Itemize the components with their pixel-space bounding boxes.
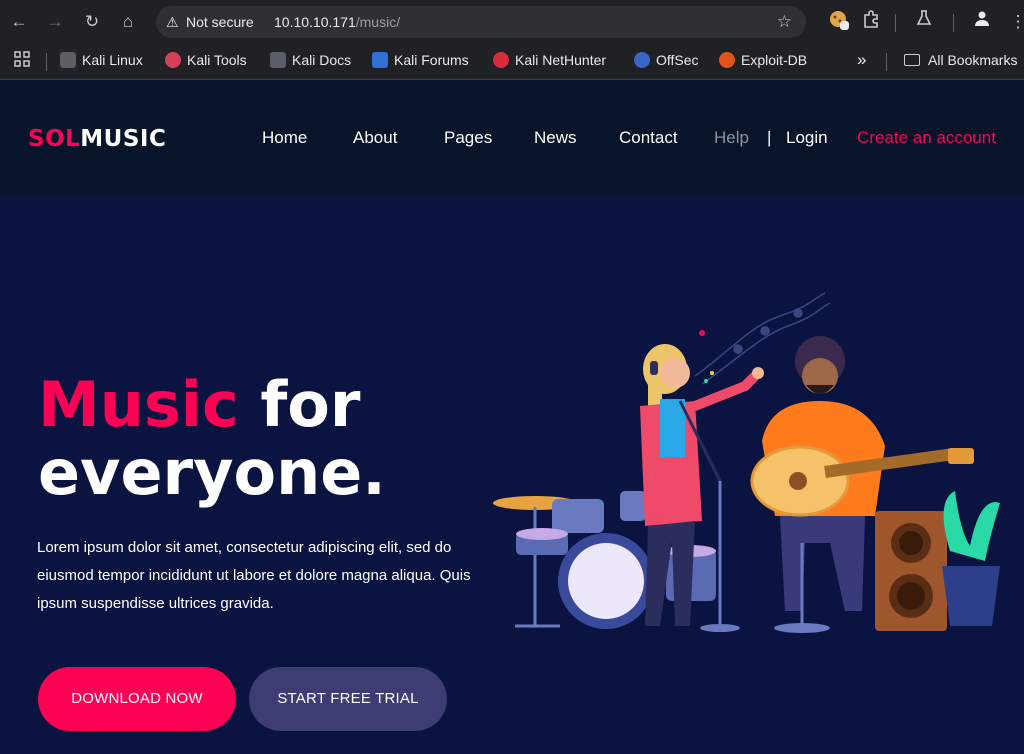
security-status[interactable]: Not secure — [186, 6, 254, 38]
reload-icon[interactable]: ↻ — [79, 9, 105, 35]
hero-title: Music for everyone. — [38, 368, 386, 509]
address-bar[interactable]: ⚠ Not secure 10.10.10.171/music/ ☆ — [156, 6, 806, 38]
nav-home[interactable]: Home — [262, 128, 307, 148]
toolbar-divider — [895, 14, 896, 32]
more-bookmarks-chevron[interactable]: » — [857, 44, 866, 76]
nav-help[interactable]: Help — [714, 128, 749, 148]
labs-flask-icon[interactable] — [911, 9, 937, 35]
start-free-trial-button[interactable]: START FREE TRIAL — [249, 667, 447, 731]
hero-description: Lorem ipsum dolor sit amet, consectetur … — [37, 539, 471, 612]
download-now-button[interactable]: DOWNLOAD NOW — [38, 667, 236, 731]
nav-divider: | — [767, 128, 772, 147]
potted-plant — [942, 491, 1000, 626]
url-path: /music/ — [355, 14, 401, 30]
nav-login[interactable]: Login — [786, 128, 828, 148]
nav-news[interactable]: News — [534, 128, 577, 148]
url-host: 10.10.10.171 — [274, 14, 356, 30]
exploit-db-icon — [719, 52, 735, 68]
bookmarks-bar: Kali Linux Kali Tools Kali Docs Kali For… — [0, 44, 1024, 80]
all-bookmarks[interactable]: All Bookmarks — [904, 44, 1017, 76]
bookmark-star-icon[interactable]: ☆ — [777, 6, 792, 38]
home-icon[interactable]: ⌂ — [115, 9, 141, 35]
extensions-puzzle-icon[interactable] — [858, 9, 884, 35]
browser-toolbar: ← → ↻ ⌂ ⚠ Not secure 10.10.10.171/music/… — [0, 0, 1024, 44]
nethunter-icon — [493, 52, 509, 68]
kali-dragon-icon — [60, 52, 76, 68]
warning-icon: ⚠ — [166, 14, 179, 30]
nav-contact[interactable]: Contact — [619, 128, 678, 148]
kali-docs-icon — [270, 52, 286, 68]
nav-about[interactable]: About — [353, 128, 397, 148]
bookmark-offsec[interactable]: OffSec — [634, 44, 699, 76]
bookmark-kali-docs[interactable]: Kali Docs — [270, 44, 351, 76]
toolbar-divider — [953, 14, 954, 32]
apps-grid-icon[interactable] — [14, 44, 30, 76]
bookmark-kali-linux[interactable]: Kali Linux — [60, 44, 143, 76]
bookmarks-divider — [46, 53, 47, 71]
url-text[interactable]: 10.10.10.171/music/ — [274, 6, 400, 38]
kali-tools-icon — [165, 52, 181, 68]
site-header: SOLMUSIC Home About Pages News Contact H… — [0, 80, 1024, 196]
folder-icon — [904, 54, 920, 66]
bookmark-kali-nethunter[interactable]: Kali NetHunter — [493, 44, 606, 76]
bookmarks-divider — [886, 53, 887, 71]
site-logo[interactable]: SOLMUSIC — [28, 126, 166, 152]
bookmark-kali-forums[interactable]: Kali Forums — [372, 44, 469, 76]
offsec-icon — [634, 52, 650, 68]
bookmark-exploit-db[interactable]: Exploit-DB — [719, 44, 807, 76]
extension-cookie-icon[interactable] — [826, 9, 852, 35]
back-arrow-icon[interactable]: ← — [6, 9, 32, 35]
profile-icon[interactable] — [969, 9, 995, 35]
bookmark-kali-tools[interactable]: Kali Tools — [165, 44, 247, 76]
forward-arrow-icon[interactable]: → — [42, 9, 68, 35]
menu-dots-icon[interactable]: ⋮ — [1005, 9, 1024, 35]
speaker-cabinet — [875, 511, 947, 631]
musicians-illustration — [493, 292, 1000, 633]
nav-create-account[interactable]: Create an account — [857, 128, 996, 148]
hero-section: Music for everyone. Lorem ipsum dolor sit… — [0, 196, 1024, 754]
nav-pages[interactable]: Pages — [444, 128, 492, 148]
kali-forums-icon — [372, 52, 388, 68]
